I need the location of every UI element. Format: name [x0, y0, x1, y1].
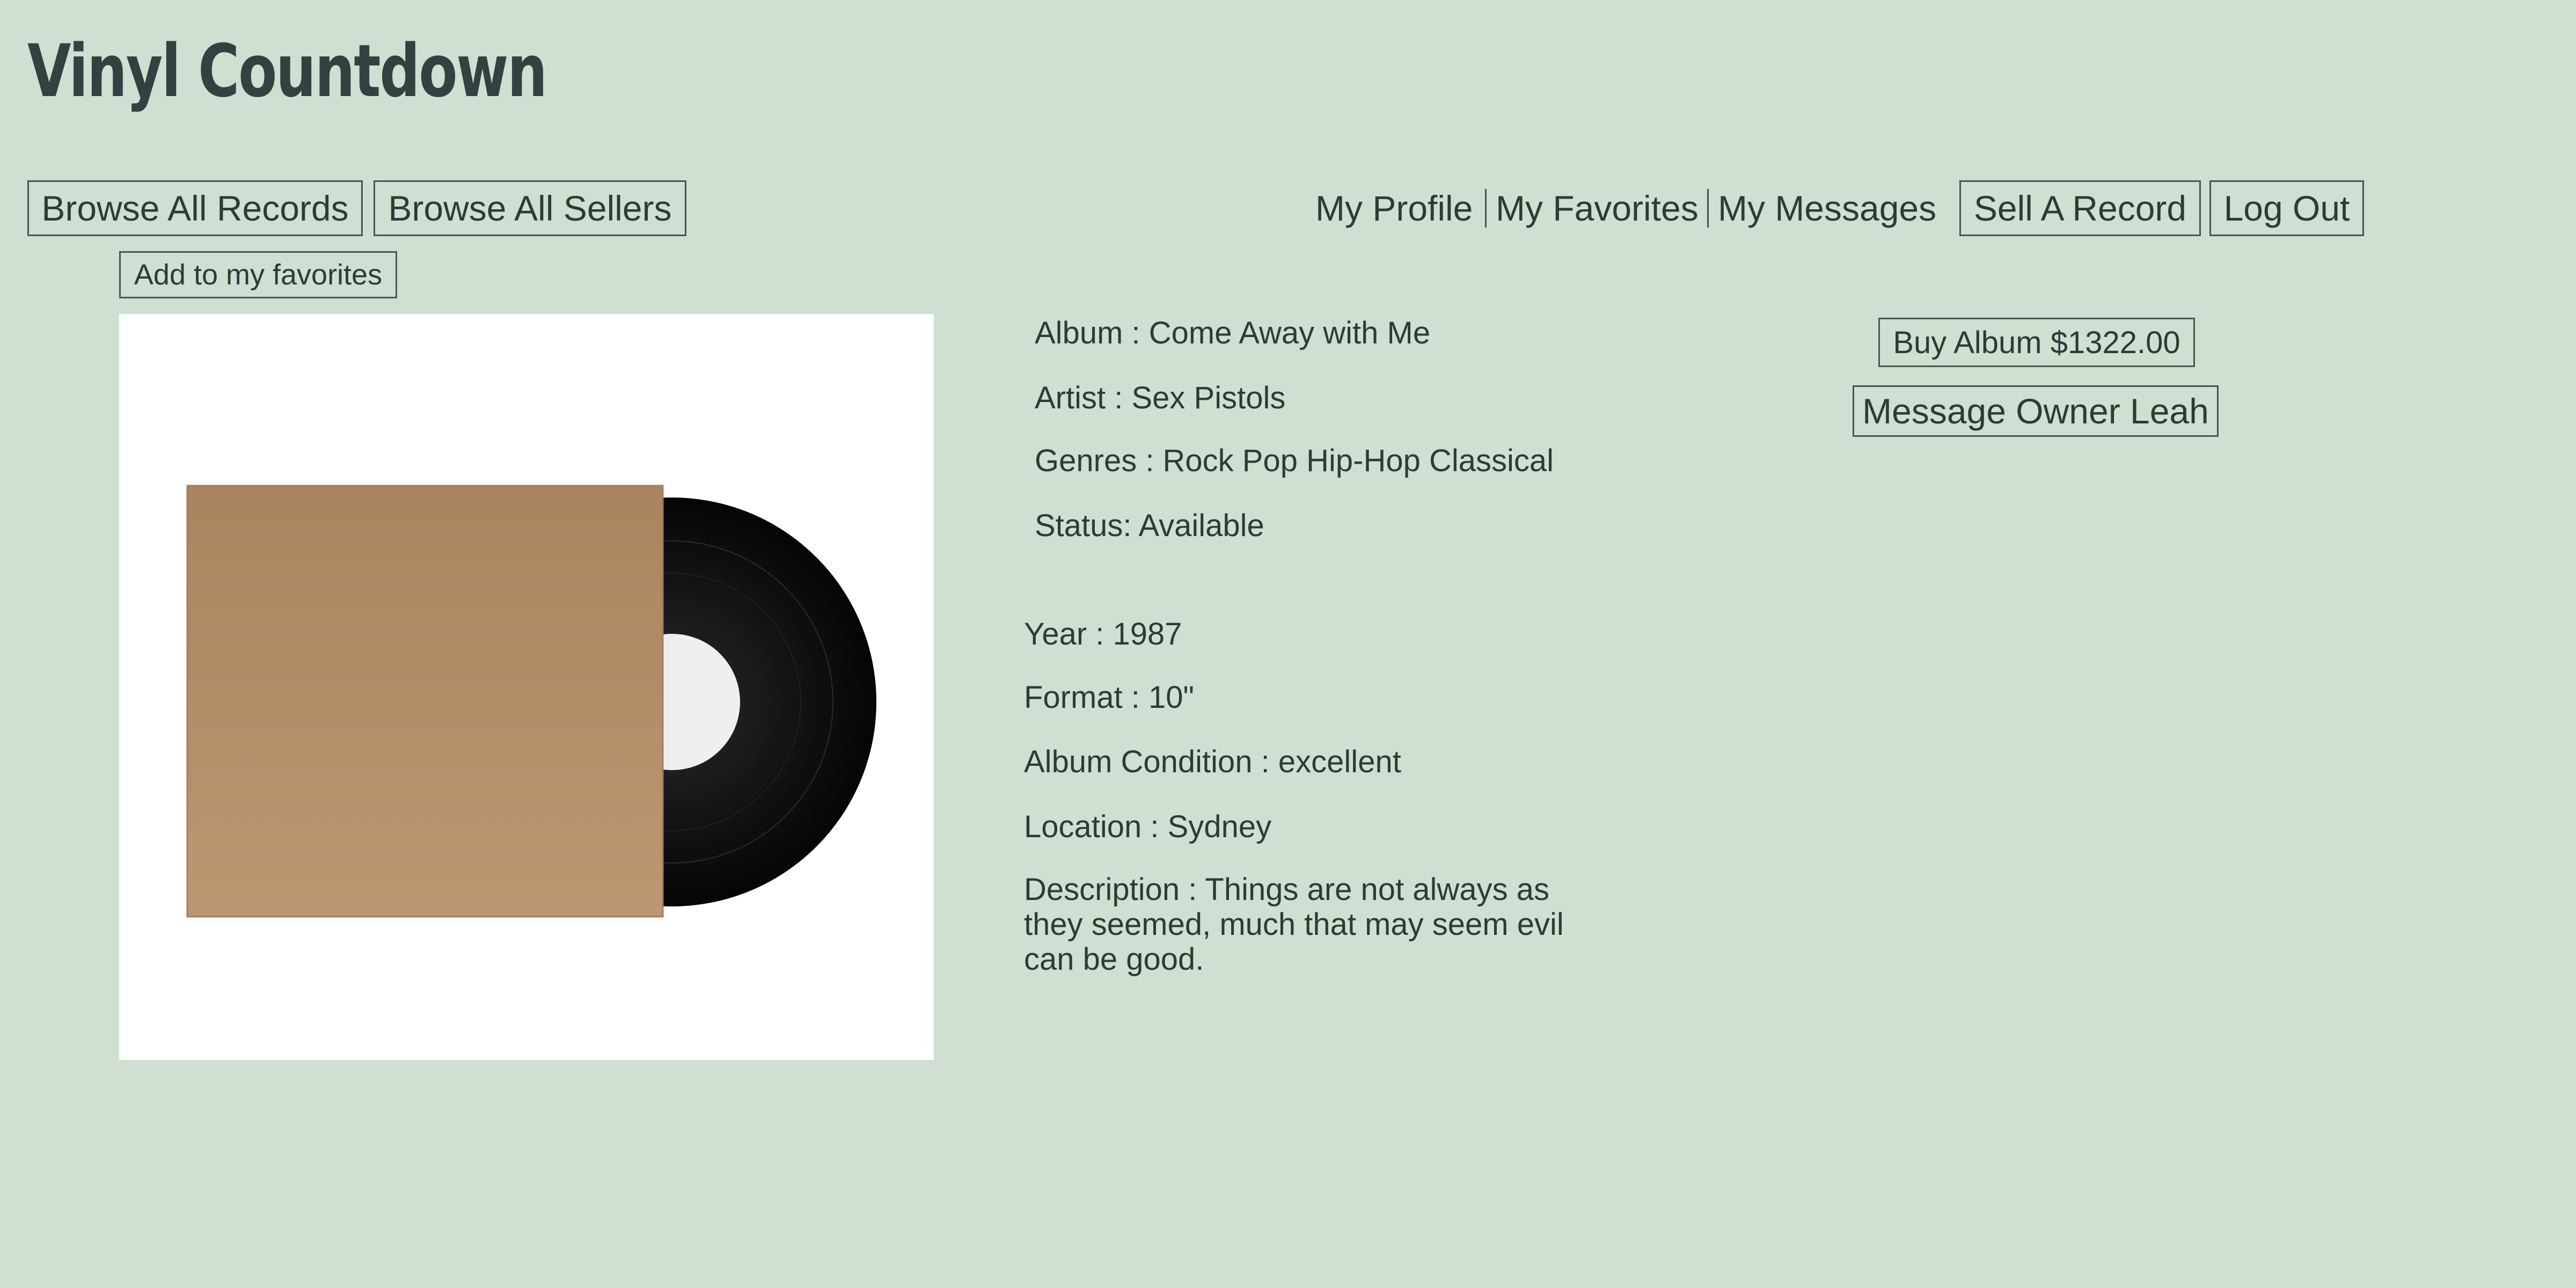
buy-album-button[interactable]: Buy Album $1322.00: [1878, 318, 2195, 367]
add-to-favorites-button[interactable]: Add to my favorites: [119, 251, 397, 298]
my-profile-link[interactable]: My Profile: [1315, 187, 1473, 230]
site-title[interactable]: Vinyl Countdown: [27, 26, 547, 117]
vinyl-record-icon: [186, 485, 876, 918]
album-condition: Album Condition : excellent: [1024, 744, 1401, 779]
genres: Genres : Rock Pop Hip-Hop Classical: [1035, 443, 1554, 478]
sell-a-record-button[interactable]: Sell A Record: [1959, 180, 2201, 236]
log-out-button[interactable]: Log Out: [2209, 180, 2364, 236]
description: Description : Things are not always as t…: [1024, 872, 1564, 977]
album-title: Album : Come Away with Me: [1035, 316, 1431, 350]
year: Year : 1987: [1024, 617, 1182, 652]
my-favorites-link[interactable]: My Favorites: [1496, 187, 1699, 230]
artist-name: Artist : Sex Pistols: [1035, 380, 1286, 415]
browse-all-records-button[interactable]: Browse All Records: [27, 180, 363, 236]
message-owner-button[interactable]: Message Owner Leah: [1853, 385, 2219, 437]
location: Location : Sydney: [1024, 809, 1272, 844]
nav-divider: [1485, 189, 1487, 228]
format: Format : 10": [1024, 680, 1195, 715]
my-messages-link[interactable]: My Messages: [1718, 187, 1936, 230]
record-cover-image: [119, 314, 934, 1060]
nav-divider: [1707, 189, 1709, 228]
browse-all-sellers-button[interactable]: Browse All Sellers: [374, 180, 686, 236]
status: Status: Available: [1035, 508, 1264, 543]
